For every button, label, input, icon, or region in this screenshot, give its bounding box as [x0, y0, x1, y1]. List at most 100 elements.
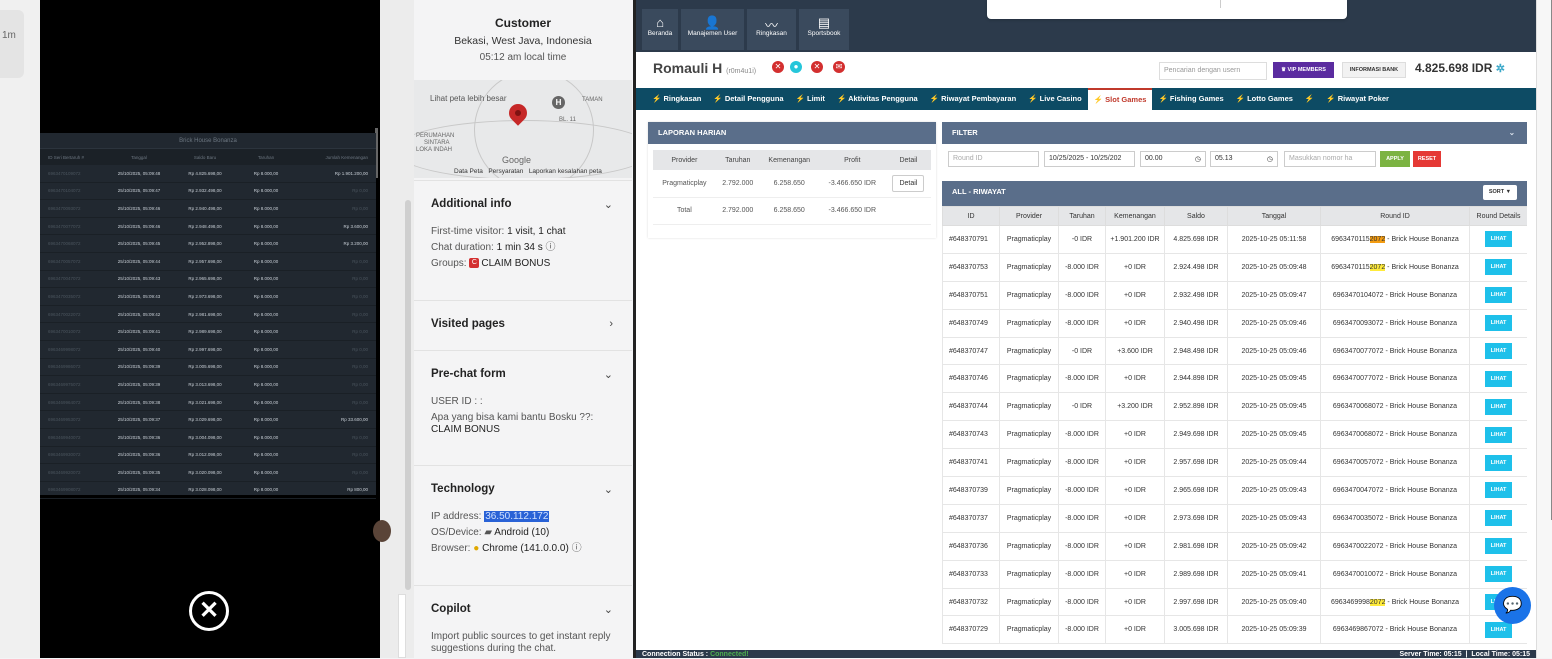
copilot-toggle[interactable]: Copilot ⌄ — [431, 603, 615, 616]
sort-button[interactable]: SORT ▼ — [1483, 185, 1517, 200]
map-terms-link[interactable]: Persyaratan — [488, 168, 523, 175]
map-report-link[interactable]: Laporkan kesalahan peta — [529, 168, 602, 175]
date-range-input[interactable]: 10/25/2025 - 10/25/202 — [1044, 151, 1135, 167]
gear-icon[interactable]: ✲ — [1496, 63, 1505, 75]
number-input[interactable]: Masukkan nomor ha — [1284, 151, 1376, 167]
saldo-cell: 2.957.698 IDR — [1164, 448, 1228, 478]
map-label: PERUMAHAN — [416, 133, 455, 139]
lihat-button[interactable]: LIHAT — [1485, 259, 1512, 276]
time-from-input[interactable]: 00.00 ◷ — [1140, 151, 1206, 167]
filter-header[interactable]: FILTER ⌄ — [942, 122, 1527, 144]
lihat-button[interactable]: LIHAT — [1485, 621, 1512, 638]
chat-scrollbar[interactable] — [405, 200, 411, 590]
status-info-icon[interactable]: ● — [790, 61, 802, 73]
lihat-button[interactable]: LIHAT — [1485, 454, 1512, 471]
sheet-cell: Rp 8.000,00 — [253, 258, 279, 264]
kemenangan-cell: +3.600 IDR — [1105, 336, 1165, 366]
lihat-button[interactable]: LIHAT — [1485, 538, 1512, 555]
message-input-edge[interactable] — [398, 594, 406, 658]
status-x-icon[interactable]: ✕ — [811, 61, 823, 73]
tab-slot-games[interactable]: ⚡ Slot Games — [1087, 88, 1153, 110]
sheet-cell: 6963470010072 — [48, 329, 81, 335]
kemenangan-cell: +0 IDR — [1105, 531, 1165, 561]
technology-section: Technology ⌄ IP address: 36.50.112.172 OS… — [414, 465, 632, 585]
tab-live-casino[interactable]: ⚡ Live Casino — [1022, 88, 1088, 110]
detail-button[interactable]: Detail — [892, 174, 925, 192]
nav-ringkasan[interactable]: 〰 Ringkasan — [747, 9, 796, 50]
visited-pages-section[interactable]: Visited pages › — [414, 300, 632, 350]
tab-ringkasan[interactable]: ⚡ Ringkasan — [646, 88, 707, 110]
kemenangan-cell: +0 IDR — [1105, 280, 1165, 310]
ip-value[interactable]: 36.50.112.172 — [484, 511, 550, 522]
customer-name: Customer — [494, 16, 551, 30]
tab-limit[interactable]: ⚡ Limit — [790, 88, 831, 110]
connection-label: Connection Status : — [642, 651, 709, 658]
lihat-button[interactable]: LIHAT — [1485, 287, 1512, 304]
lihat-button[interactable]: LIHAT — [1485, 398, 1512, 415]
map-label: SINTARA — [424, 140, 450, 146]
apply-button[interactable]: APPLY — [1380, 151, 1410, 167]
taruhan-cell: -8.000 IDR — [1058, 531, 1106, 561]
section-title: Visited pages — [431, 318, 505, 330]
lihat-button[interactable]: LIHAT — [1485, 482, 1512, 499]
taruhan-cell: -8.000 IDR — [1058, 308, 1106, 338]
reset-button[interactable]: RESET — [1413, 151, 1441, 167]
time-to-input[interactable]: 05.13 ◷ — [1210, 151, 1278, 167]
tab-aktivitas-pengguna[interactable]: ⚡ Aktivitas Pengguna — [831, 88, 924, 110]
tab-lotto-games[interactable]: ⚡ Lotto Games — [1230, 88, 1299, 110]
sheet-row: 6963470022072 25/10/2025, 05:09:42 Rp 2.98… — [40, 306, 376, 324]
lihat-button[interactable]: LIHAT — [1485, 315, 1512, 332]
info-icon[interactable]: ⓘ — [546, 242, 556, 253]
vip-members-button[interactable]: ♛ VIP MEMBERS — [1273, 62, 1334, 78]
info-icon[interactable]: ⓘ — [572, 543, 582, 554]
lihat-button[interactable]: LIHAT — [1485, 510, 1512, 527]
sheet-cell: 6963469975072 — [48, 381, 81, 387]
close-viewer-button[interactable]: ✕ — [189, 591, 229, 631]
timer-label: 1m — [2, 30, 16, 41]
table-row: #648370744 Pragmaticplay -0 IDR +3.200 IDR 2… — [942, 392, 1527, 422]
sheet-col-header: Taruhan — [257, 154, 275, 160]
tab-riwayat-poker[interactable]: ⚡ Riwayat Poker — [1320, 88, 1395, 110]
nav-manajemen-user[interactable]: 👤 Manajemen User — [681, 9, 744, 50]
prechat-answer: CLAIM BONUS — [431, 424, 500, 435]
tab-riwayat-pembayaran[interactable]: ⚡ Riwayat Pembayaran — [924, 88, 1022, 110]
tab-fishing-games[interactable]: ⚡ Fishing Games — [1152, 88, 1229, 110]
round-id-input[interactable]: Round ID — [948, 151, 1039, 167]
tab-detail-pengguna[interactable]: ⚡ Detail Pengguna — [707, 88, 789, 110]
col-header: Provider — [999, 206, 1059, 226]
kemenangan-cell: +0 IDR — [1105, 252, 1165, 282]
mail-x-icon[interactable]: ✉ — [833, 61, 845, 73]
table-row: #648370746 Pragmaticplay -8.000 IDR +0 IDR 2… — [942, 364, 1527, 394]
saldo-cell: 2.952.898 IDR — [1164, 392, 1228, 422]
additional-info-toggle[interactable]: Additional info ⌄ — [431, 198, 615, 211]
timer-chip: 1m — [0, 10, 24, 78]
status-x-icon[interactable]: ✕ — [772, 61, 784, 73]
technology-toggle[interactable]: Technology ⌄ — [431, 483, 615, 496]
tab-unnamed[interactable]: ⚡ — [1299, 88, 1320, 110]
sheet-cell: 25/10/2025, 05:09:41 — [117, 329, 161, 335]
nav-sportsbook[interactable]: ▤ Sportsbook — [799, 9, 849, 50]
tab-icon: ⚡ — [652, 94, 664, 103]
map-data-link[interactable]: Data Peta — [454, 168, 483, 175]
tab-icon: ⚡ — [836, 94, 849, 103]
visited-pages-toggle[interactable]: Visited pages › — [431, 318, 615, 330]
lihat-button[interactable]: LIHAT — [1485, 343, 1512, 359]
lihat-button[interactable]: LIHAT — [1485, 231, 1512, 248]
chat-bubble-button[interactable]: 💬 — [1494, 587, 1531, 624]
sheet-row: 6963469908072 25/10/2025, 05:09:34 Rp 3.02… — [40, 482, 376, 500]
round-details-cell: LIHAT — [1469, 392, 1527, 422]
lihat-button[interactable]: LIHAT — [1485, 426, 1512, 443]
sheet-cell: Rp 3.200,00 — [343, 241, 368, 247]
location-map[interactable]: Lihat peta lebih besar H TAMAN BL. 11 PE… — [414, 80, 632, 178]
nav-beranda[interactable]: ⌂ Beranda — [642, 9, 678, 50]
bank-info-button[interactable]: INFORMASI BANK — [1342, 62, 1406, 78]
user-search-input[interactable]: Pencarian dengan usern — [1159, 62, 1267, 80]
larger-map-link[interactable]: Lihat peta lebih besar — [430, 94, 507, 103]
sheet-row: 6963469953072 25/10/2025, 05:09:37 Rp 3.02… — [40, 411, 376, 429]
lihat-button[interactable]: LIHAT — [1485, 566, 1512, 583]
round-id-prefix: 6963470104072 — [1332, 291, 1384, 299]
prechat-toggle[interactable]: Pre-chat form ⌄ — [431, 368, 615, 381]
lihat-button[interactable]: LIHAT — [1485, 370, 1512, 387]
tanggal-cell: 2025-10-25 05:09:41 — [1227, 559, 1321, 589]
clock-icon: ◷ — [1194, 156, 1201, 163]
